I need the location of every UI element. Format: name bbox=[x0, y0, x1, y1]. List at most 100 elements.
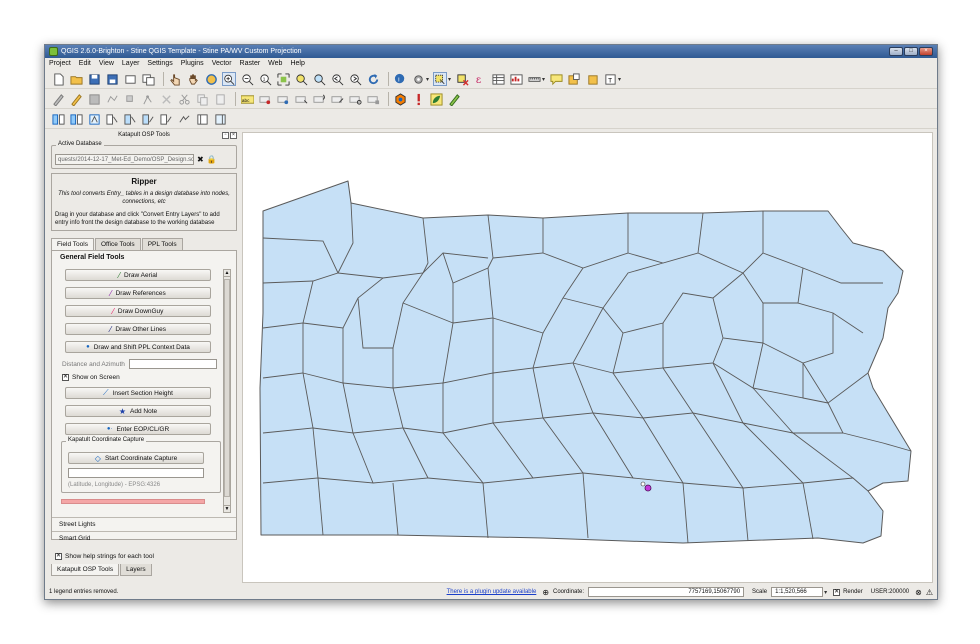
new-print-composer-icon[interactable] bbox=[123, 72, 137, 86]
select-dropdown-icon[interactable]: ▾ bbox=[448, 76, 451, 83]
statistics-icon[interactable] bbox=[509, 72, 523, 86]
select-features-icon[interactable] bbox=[433, 72, 448, 86]
menu-edit[interactable]: Edit bbox=[79, 60, 91, 67]
menu-vector[interactable]: Vector bbox=[212, 60, 232, 67]
draw-references-button[interactable]: ⁄ Draw References bbox=[65, 287, 211, 299]
scroll-up-arrow[interactable]: ▲ bbox=[224, 270, 230, 277]
attribute-table-icon[interactable] bbox=[491, 72, 505, 86]
current-edits-icon[interactable] bbox=[51, 92, 65, 106]
rotate-label-icon[interactable] bbox=[312, 92, 326, 106]
db-tool-1-icon[interactable] bbox=[69, 112, 83, 126]
menu-web[interactable]: Web bbox=[268, 60, 282, 67]
dock-float-button[interactable]: ▫ bbox=[222, 132, 229, 139]
db-tool-9-icon[interactable] bbox=[213, 112, 227, 126]
scroll-thumb[interactable] bbox=[224, 279, 230, 497]
minimize-button[interactable]: – bbox=[889, 47, 903, 56]
save-edits-icon[interactable] bbox=[87, 92, 101, 106]
maximize-button[interactable]: □ bbox=[904, 47, 918, 56]
menu-plugins[interactable]: Plugins bbox=[181, 60, 204, 67]
zoom-last-icon[interactable] bbox=[330, 72, 344, 86]
move-feature-icon[interactable] bbox=[123, 92, 137, 106]
zoom-in-icon[interactable] bbox=[222, 72, 236, 86]
coordinate-toggle-icon[interactable]: ⊕ bbox=[542, 588, 549, 597]
tools-scrollbar[interactable]: ▲ ▼ bbox=[223, 269, 231, 513]
zoom-out-icon[interactable] bbox=[240, 72, 254, 86]
map-canvas[interactable] bbox=[242, 132, 933, 583]
plugin-update-link[interactable]: There is a plugin update available bbox=[447, 589, 537, 595]
menu-raster[interactable]: Raster bbox=[240, 60, 261, 67]
annotation-dropdown-icon[interactable]: ▾ bbox=[618, 76, 621, 83]
measure-dropdown-icon[interactable]: ▾ bbox=[542, 76, 545, 83]
close-button[interactable]: × bbox=[919, 47, 933, 56]
enter-eop-button[interactable]: ●· Enter EOP/CL/GR bbox=[65, 423, 211, 435]
leaf-tool-icon[interactable] bbox=[429, 92, 443, 106]
copy-features-icon[interactable] bbox=[195, 92, 209, 106]
change-label-icon[interactable] bbox=[330, 92, 344, 106]
scale-dropdown-icon[interactable]: ▾ bbox=[824, 589, 827, 596]
general-field-tools-header[interactable]: General Field Tools bbox=[52, 251, 236, 264]
zoom-to-selection-icon[interactable] bbox=[294, 72, 308, 86]
menu-help[interactable]: Help bbox=[290, 60, 304, 67]
draw-downguy-button[interactable]: ⁄ Draw DownGuy bbox=[65, 305, 211, 317]
tab-katapult-osp-tools[interactable]: Katapult OSP Tools bbox=[51, 564, 120, 576]
messages-icon[interactable]: ⚠ bbox=[926, 588, 933, 597]
zoom-full-icon[interactable] bbox=[276, 72, 290, 86]
save-as-icon[interactable] bbox=[105, 72, 119, 86]
render-checkbox[interactable]: ✕ bbox=[833, 588, 841, 596]
menu-project[interactable]: Project bbox=[49, 60, 71, 67]
menu-view[interactable]: View bbox=[99, 60, 114, 67]
lock-icon[interactable]: 🔒 bbox=[207, 155, 217, 164]
scale-field[interactable]: 1:1,520,566 bbox=[771, 587, 824, 597]
show-on-screen-checkbox[interactable]: ✕ bbox=[62, 374, 69, 381]
toggle-editing-icon[interactable] bbox=[69, 92, 83, 106]
tab-layers[interactable]: Layers bbox=[120, 564, 152, 576]
pin-labels-icon[interactable] bbox=[258, 92, 272, 106]
touch-zoom-icon[interactable] bbox=[168, 72, 182, 86]
katapult-logo-icon[interactable] bbox=[393, 92, 407, 106]
db-tool-6-icon[interactable] bbox=[159, 112, 173, 126]
coordinate-field[interactable]: 7757169,15067790 bbox=[588, 587, 745, 597]
open-project-icon[interactable] bbox=[69, 72, 83, 86]
composer-manager-icon[interactable] bbox=[141, 72, 155, 86]
alert-icon[interactable] bbox=[411, 92, 425, 106]
measure-line-icon[interactable] bbox=[527, 72, 541, 86]
scroll-down-arrow[interactable]: ▼ bbox=[224, 505, 230, 512]
paste-features-icon[interactable] bbox=[213, 92, 227, 106]
draw-other-lines-button[interactable]: ⁄ Draw Other Lines bbox=[65, 323, 211, 335]
cut-features-icon[interactable] bbox=[177, 92, 191, 106]
dock-close-button[interactable]: × bbox=[230, 132, 237, 139]
label-properties-icon[interactable] bbox=[366, 92, 380, 106]
clear-database-icon[interactable]: ✖ bbox=[197, 155, 204, 164]
insert-section-height-button[interactable]: ⟋ Insert Section Height bbox=[65, 387, 211, 399]
db-tool-7-icon[interactable] bbox=[177, 112, 191, 126]
pencil-tool-icon[interactable] bbox=[447, 92, 461, 106]
delete-selected-icon[interactable] bbox=[159, 92, 173, 106]
db-tool-3-icon[interactable] bbox=[105, 112, 119, 126]
new-project-icon[interactable] bbox=[51, 72, 65, 86]
zoom-scale-icon[interactable]: 1 bbox=[258, 72, 272, 86]
run-action-icon[interactable] bbox=[411, 72, 425, 86]
db-tool-5-icon[interactable] bbox=[141, 112, 155, 126]
zoom-to-layer-icon[interactable] bbox=[312, 72, 326, 86]
label-toolbar-icon[interactable]: abc bbox=[240, 92, 254, 106]
zoom-next-icon[interactable] bbox=[348, 72, 362, 86]
section-street-lights[interactable]: Street Lights bbox=[52, 517, 236, 531]
db-tool-8-icon[interactable] bbox=[195, 112, 209, 126]
section-smart-grid[interactable]: Smart Grid bbox=[52, 531, 236, 545]
show-hide-labels-icon[interactable] bbox=[348, 92, 362, 106]
save-project-icon[interactable] bbox=[87, 72, 101, 86]
map-tips-icon[interactable] bbox=[549, 72, 563, 86]
deselect-icon[interactable] bbox=[455, 72, 469, 86]
identify-icon[interactable]: i bbox=[393, 72, 407, 86]
draw-shift-ppl-button[interactable]: ● Draw and Shift PPL Context Data bbox=[65, 341, 211, 353]
refresh-icon[interactable] bbox=[366, 72, 380, 86]
add-note-button[interactable]: ★ Add Note bbox=[65, 405, 211, 417]
new-bookmark-icon[interactable] bbox=[567, 72, 581, 86]
action-dropdown-icon[interactable]: ▾ bbox=[426, 76, 429, 83]
text-annotation-icon[interactable]: T bbox=[603, 72, 617, 86]
field-calculator-icon[interactable]: ε bbox=[473, 72, 487, 86]
db-tool-2-icon[interactable] bbox=[87, 112, 101, 126]
db-tool-4-icon[interactable] bbox=[123, 112, 137, 126]
pan-icon[interactable] bbox=[186, 72, 200, 86]
database-path-field[interactable]: quests/2014-12-17_Met-Ed_Demo/OSP_Design… bbox=[55, 154, 194, 165]
